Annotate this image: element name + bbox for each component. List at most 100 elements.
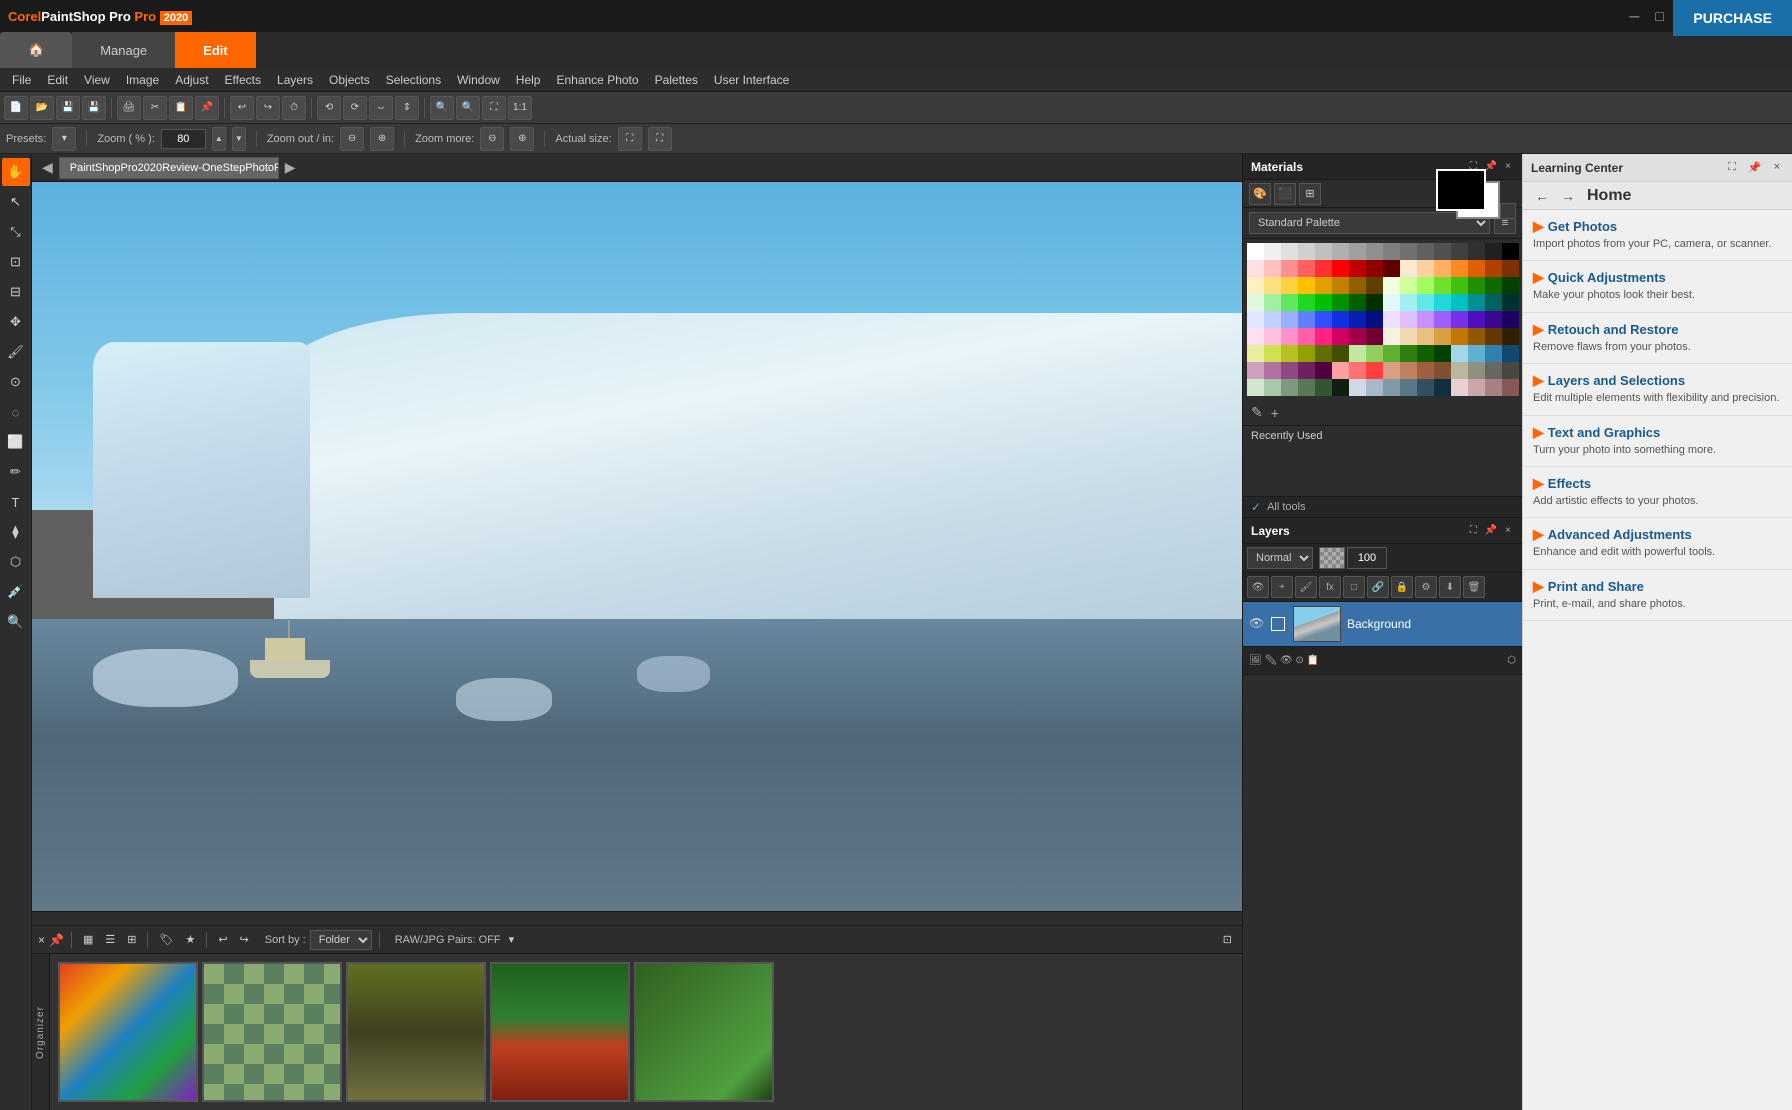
- color-cell[interactable]: [1468, 311, 1485, 328]
- thumbnail-5[interactable]: [634, 962, 774, 1102]
- color-cell[interactable]: [1247, 328, 1264, 345]
- color-cell[interactable]: [1349, 328, 1366, 345]
- new-btn[interactable]: 📄: [4, 96, 28, 120]
- tab-next-btn[interactable]: ▶: [279, 159, 302, 176]
- zoom-more-in-btn[interactable]: ⊕: [510, 127, 534, 151]
- layer-lock-btn[interactable]: 🔒: [1391, 576, 1413, 598]
- paste-btn[interactable]: 📌: [195, 96, 219, 120]
- color-cell[interactable]: [1502, 260, 1519, 277]
- image-tab-active[interactable]: PaintShopPro2020Review-OneStepPhotoFix.j…: [59, 157, 279, 179]
- print-btn[interactable]: 🖨: [117, 96, 141, 120]
- color-cell[interactable]: [1264, 277, 1281, 294]
- color-cell[interactable]: [1468, 294, 1485, 311]
- color-cell[interactable]: [1468, 345, 1485, 362]
- color-cell[interactable]: [1349, 294, 1366, 311]
- color-cell[interactable]: [1366, 362, 1383, 379]
- menu-effects[interactable]: Effects: [217, 68, 269, 92]
- thumbnail-3[interactable]: [346, 962, 486, 1102]
- tool-straighten[interactable]: ⊟: [2, 278, 30, 306]
- color-cell[interactable]: [1434, 277, 1451, 294]
- color-cell[interactable]: [1434, 260, 1451, 277]
- color-cell[interactable]: [1298, 328, 1315, 345]
- layer-settings-btn[interactable]: ⚙: [1415, 576, 1437, 598]
- color-cell[interactable]: [1502, 379, 1519, 396]
- color-cell[interactable]: [1485, 311, 1502, 328]
- color-cell[interactable]: [1502, 328, 1519, 345]
- color-red[interactable]: [1332, 260, 1349, 277]
- color-cell[interactable]: [1247, 277, 1264, 294]
- actual-size-btn[interactable]: 1:1: [508, 96, 532, 120]
- learning-back-btn[interactable]: ←: [1531, 188, 1553, 204]
- layers-close-btn[interactable]: ×: [1502, 524, 1514, 537]
- color-cell[interactable]: [1315, 379, 1332, 396]
- learning-expand-btn[interactable]: ⛶: [1724, 160, 1740, 175]
- menu-layers[interactable]: Layers: [269, 68, 321, 92]
- color-cell[interactable]: [1434, 345, 1451, 362]
- learning-close-btn[interactable]: ×: [1770, 160, 1784, 175]
- cut-btn[interactable]: ✂: [143, 96, 167, 120]
- layer-merge-down-btn[interactable]: ⬇: [1439, 576, 1461, 598]
- color-cell[interactable]: [1451, 362, 1468, 379]
- color-cell[interactable]: [1417, 277, 1434, 294]
- color-cyan[interactable]: [1451, 294, 1468, 311]
- mat-add-btn[interactable]: +: [1269, 403, 1281, 423]
- purchase-btn[interactable]: PURCHASE: [1673, 0, 1792, 36]
- color-cell[interactable]: [1264, 362, 1281, 379]
- color-purple[interactable]: [1502, 311, 1519, 328]
- tab-manage[interactable]: Manage: [72, 32, 175, 68]
- menu-adjust[interactable]: Adjust: [167, 68, 216, 92]
- color-cell[interactable]: [1247, 379, 1264, 396]
- color-cell[interactable]: [1366, 294, 1383, 311]
- zoom-spinup[interactable]: ▲: [212, 127, 226, 151]
- color-cell[interactable]: [1417, 243, 1434, 260]
- org-expand-btn[interactable]: ⊡: [1219, 933, 1236, 946]
- layer-link-btn[interactable]: 🔗: [1367, 576, 1389, 598]
- color-cell[interactable]: [1349, 277, 1366, 294]
- layer-status-btn-1[interactable]: 🖼: [1249, 655, 1262, 666]
- layer-eye-btn[interactable]: 👁: [1247, 576, 1269, 598]
- color-cell[interactable]: [1281, 311, 1298, 328]
- rotate-right-btn[interactable]: ⟳: [343, 96, 367, 120]
- history-btn[interactable]: ⏱: [282, 96, 306, 120]
- learn-section-print[interactable]: ▶ Print and Share Print, e-mail, and sha…: [1523, 570, 1792, 621]
- save-as-btn[interactable]: 💾: [82, 96, 106, 120]
- actual-size-apply-btn[interactable]: ⛶: [618, 127, 642, 151]
- tool-crop[interactable]: ⊡: [2, 248, 30, 276]
- tool-pan[interactable]: ✋: [2, 158, 30, 186]
- mat-pattern-btn[interactable]: ⊞: [1299, 183, 1321, 205]
- color-cell[interactable]: [1281, 294, 1298, 311]
- color-cell[interactable]: [1264, 294, 1281, 311]
- learn-section-effects[interactable]: ▶ Effects Add artistic effects to your p…: [1523, 467, 1792, 518]
- tool-move[interactable]: ✥: [2, 308, 30, 336]
- color-cell[interactable]: [1417, 345, 1434, 362]
- color-cell[interactable]: [1264, 311, 1281, 328]
- color-cell[interactable]: [1451, 379, 1468, 396]
- undo-btn[interactable]: ↩: [230, 96, 254, 120]
- color-cell[interactable]: [1383, 362, 1400, 379]
- zoom-input[interactable]: [161, 129, 206, 149]
- color-cell[interactable]: [1281, 277, 1298, 294]
- menu-objects[interactable]: Objects: [321, 68, 378, 92]
- layer-status-btn-3[interactable]: 👁: [1280, 655, 1293, 666]
- color-cell[interactable]: [1315, 277, 1332, 294]
- color-cell[interactable]: [1366, 260, 1383, 277]
- color-cell[interactable]: [1349, 345, 1366, 362]
- color-cell[interactable]: [1400, 260, 1417, 277]
- color-cell[interactable]: [1281, 328, 1298, 345]
- layer-eye-toggle[interactable]: 👁: [1249, 616, 1265, 632]
- tool-select[interactable]: ↖: [2, 188, 30, 216]
- color-cell[interactable]: [1298, 362, 1315, 379]
- learning-pin-btn[interactable]: 📌: [1744, 160, 1766, 175]
- color-cell[interactable]: [1264, 260, 1281, 277]
- color-cell[interactable]: [1383, 277, 1400, 294]
- zoom-out-btn[interactable]: 🔍: [456, 96, 480, 120]
- color-cell[interactable]: [1434, 328, 1451, 345]
- color-cell[interactable]: [1502, 277, 1519, 294]
- color-cell[interactable]: [1264, 243, 1281, 260]
- org-rate-btn[interactable]: ★: [181, 933, 199, 946]
- menu-help[interactable]: Help: [508, 68, 549, 92]
- menu-view[interactable]: View: [76, 68, 118, 92]
- color-cell[interactable]: [1451, 277, 1468, 294]
- color-cell[interactable]: [1400, 294, 1417, 311]
- learn-section-retouch[interactable]: ▶ Retouch and Restore Remove flaws from …: [1523, 313, 1792, 364]
